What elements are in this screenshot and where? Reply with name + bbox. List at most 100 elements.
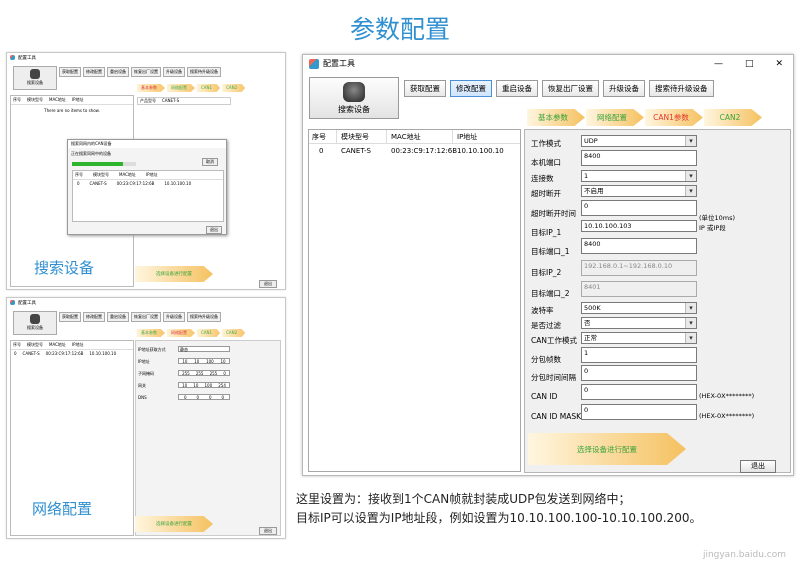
can-mode-select[interactable]: 正常 [581,332,697,344]
tab-network[interactable]: 网络配置 [586,109,644,126]
maximize-icon[interactable]: □ [745,59,754,69]
tab-can2[interactable]: CAN2 [704,109,762,126]
minimize-icon[interactable]: — [714,59,723,69]
factory-reset-button[interactable]: 恢复出厂设置 [131,312,161,322]
cell: CANET-S [22,351,40,356]
device-list[interactable]: 序号 模块型号 MAC地址 IP地址 0 CANET-S 00:23:C9:17:12:6… [308,129,521,472]
filter-select[interactable]: 否 [581,317,697,329]
search-device-button[interactable]: 搜索设备 [309,77,399,119]
page-title: 参数配置 [349,15,450,44]
timeout-time-field[interactable]: 0 [581,200,697,216]
col-model: 模块型号 [27,97,43,102]
conn-count-select[interactable]: 1 [581,170,697,182]
side-value: CANET-S [162,98,180,103]
app-logo-icon [10,55,15,60]
tab-can1[interactable]: CAN1参数 [645,109,703,126]
restart-button[interactable]: 重启设备 [107,312,129,322]
col-mac: MAC地址 [49,97,66,102]
timeout-label: 超时断开 [531,189,561,198]
can-id-field[interactable]: 0 [581,384,697,400]
apply-config-button[interactable]: 选择设备进行配置 [135,266,213,282]
tab-basic[interactable]: 基本参数 [137,329,165,337]
search-upgrade-button[interactable]: 搜索待升级设备 [187,67,221,77]
octet: 0 [223,371,226,376]
progress-fill [72,162,124,166]
baud-select[interactable]: 500K [581,302,697,314]
network-panel: IP地址获取方式 静态 IP地址 10 10 100 10 子网掩码 255 255 25… [135,340,281,536]
get-config-button[interactable]: 获取配置 [59,312,81,322]
modify-config-button[interactable]: 修改配置 [83,67,105,77]
tab-can1[interactable]: CAN1 [197,84,221,92]
tab-network[interactable]: 网络配置 [167,329,195,337]
local-port-field[interactable]: 8400 [581,150,697,166]
tab-can1[interactable]: CAN1 [197,329,221,337]
dialog-exit-button[interactable]: 退出 [206,226,222,234]
timeout-select[interactable]: 不启用 [581,185,697,197]
dialog-table-row[interactable]: 0 CANET-S 00:23:C9:17:12:6B 10.10.100.10 [73,180,223,187]
octet: 10 [193,383,199,388]
ip-field[interactable]: 10 10 100 10 [178,358,230,364]
pkt-frames-label: 分包帧数 [531,355,561,364]
apply-config-button[interactable]: 选择设备进行配置 [528,433,686,465]
window-title: 配置工具 [18,300,36,306]
dns-field[interactable]: 0 0 0 0 [178,394,230,400]
octet: 255 [209,371,218,376]
target-ip1-field[interactable]: 10.10.100.103 [581,220,697,232]
caption-search: 搜索设备 [34,259,95,277]
upgrade-button[interactable]: 升级设备 [603,80,645,97]
timeout-time-label: 超时断开时间 [531,209,576,218]
work-mode-select[interactable]: UDP [581,135,697,147]
factory-reset-button[interactable]: 恢复出厂设置 [131,67,161,77]
search-upgrade-button[interactable]: 搜索待升级设备 [187,312,221,322]
octet: 10 [182,383,188,388]
factory-reset-button[interactable]: 恢复出厂设置 [542,80,599,97]
modify-config-button[interactable]: 修改配置 [83,312,105,322]
modify-config-button[interactable]: 修改配置 [450,80,492,97]
col-ip: IP地址 [71,342,84,347]
pkt-interval-field[interactable]: 0 [581,365,697,381]
search-button-label: 搜索设备 [338,104,370,114]
search-button-label: 搜索设备 [27,80,43,85]
dialog-cancel-button[interactable]: 取消 [202,158,218,166]
ip-mode-label: IP地址获取方式 [138,347,166,352]
cell-mac: 00:23:C9:17:12:6B [391,147,458,155]
apply-config-button[interactable]: 选择设备进行配置 [135,516,213,532]
ip-mode-select[interactable]: 静态 [178,346,230,352]
table-row[interactable]: 0 CANET-S 00:23:C9:17:12:6B 10.10.100.10 [11,350,133,357]
dialog-device-list[interactable]: 序号 模块型号 MAC地址 IP地址 0 CANET-S 00:23:C9:17:12:6… [72,170,224,222]
gateway-field[interactable]: 10 10 100 254 [178,382,230,388]
restart-button[interactable]: 重启设备 [496,80,538,97]
mask-field[interactable]: 255 255 255 0 [178,370,230,376]
tab-basic[interactable]: 基本参数 [527,109,585,126]
octet: 10 [220,359,226,364]
octet: 100 [204,383,213,388]
pkt-frames-field[interactable]: 1 [581,347,697,363]
exit-button[interactable]: 退出 [259,280,277,288]
search-device-button[interactable]: 搜索设备 [13,310,57,335]
restart-button[interactable]: 重启设备 [107,67,129,77]
description: 这里设置为：接收到1个CAN帧就封装成UDP包发送到网络中； 目标IP可以设置为… [296,490,701,528]
upgrade-button[interactable]: 升级设备 [163,312,185,322]
can-mask-field[interactable]: 0 [581,404,697,420]
exit-button[interactable]: 退出 [740,460,776,473]
local-port-label: 本机端口 [531,158,561,167]
description-line-2: 目标IP可以设置为IP地址段，例如设置为10.10.100.100-10.10.… [296,511,702,525]
tab-can2[interactable]: CAN2 [222,84,246,92]
tab-network[interactable]: 网络配置 [167,84,195,92]
exit-button[interactable]: 退出 [259,527,277,535]
search-upgrade-button[interactable]: 搜索待升级设备 [649,80,714,97]
get-config-button[interactable]: 获取配置 [404,80,446,97]
cell: 10.10.100.10 [89,351,117,356]
upgrade-button[interactable]: 升级设备 [163,67,185,77]
get-config-button[interactable]: 获取配置 [59,67,81,77]
target-port1-field[interactable]: 8400 [581,238,697,254]
octet: 10 [194,359,200,364]
search-device-button[interactable]: 搜索设备 [13,65,57,90]
tab-can2[interactable]: CAN2 [222,329,246,337]
table-row[interactable]: 0 CANET-S 00:23:C9:17:12:6B 10.10.100.10 [309,144,520,158]
close-icon[interactable]: ✕ [775,59,783,69]
octet: 0 [196,395,200,400]
col-index: 序号 [13,97,21,102]
tab-basic[interactable]: 基本参数 [137,84,165,92]
col-model: 模块型号 [27,342,43,347]
